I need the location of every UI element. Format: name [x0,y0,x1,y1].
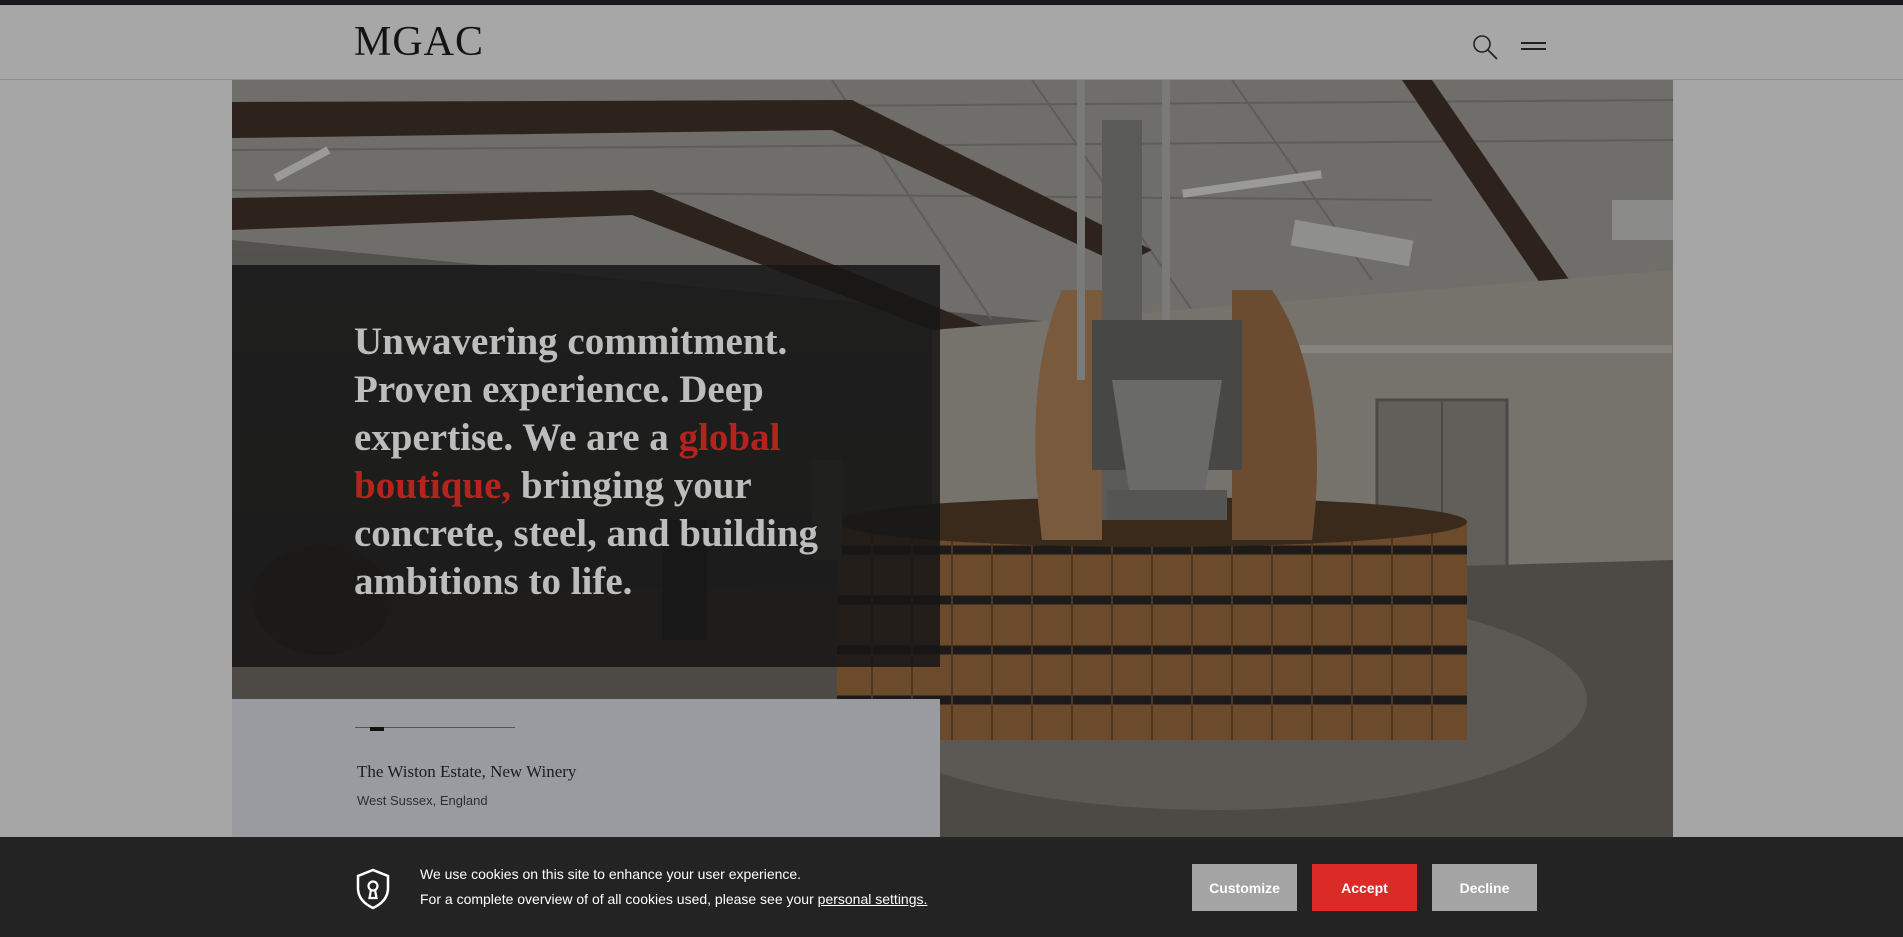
customize-button[interactable]: Customize [1192,864,1297,911]
hamburger-menu-button[interactable] [1521,39,1547,57]
project-name[interactable]: The Wiston Estate, New Winery [357,762,576,782]
decline-button[interactable]: Decline [1432,864,1537,911]
site-header: MGAC [0,5,1903,80]
project-location: West Sussex, England [357,793,488,808]
slide-indicator-active[interactable] [370,727,384,731]
cookie-message: We use cookies on this site to enhance y… [420,866,802,882]
accept-button[interactable]: Accept [1312,864,1417,911]
personal-settings-link[interactable]: personal settings. [818,891,928,907]
hero-headline: Unwavering commitment. Proven experience… [354,318,854,606]
cookie-overview-text: For a complete overview of of all cookie… [420,891,927,907]
site-logo[interactable]: MGAC [354,21,484,63]
cookie-banner [0,837,1903,937]
shield-lock-icon [353,867,393,911]
cookie-overview-label: For a complete overview of of all cookie… [420,891,818,907]
project-caption-panel [232,699,940,839]
search-icon [1473,35,1498,60]
hamburger-menu-icon [1521,42,1546,44]
search-button[interactable] [1472,34,1500,62]
